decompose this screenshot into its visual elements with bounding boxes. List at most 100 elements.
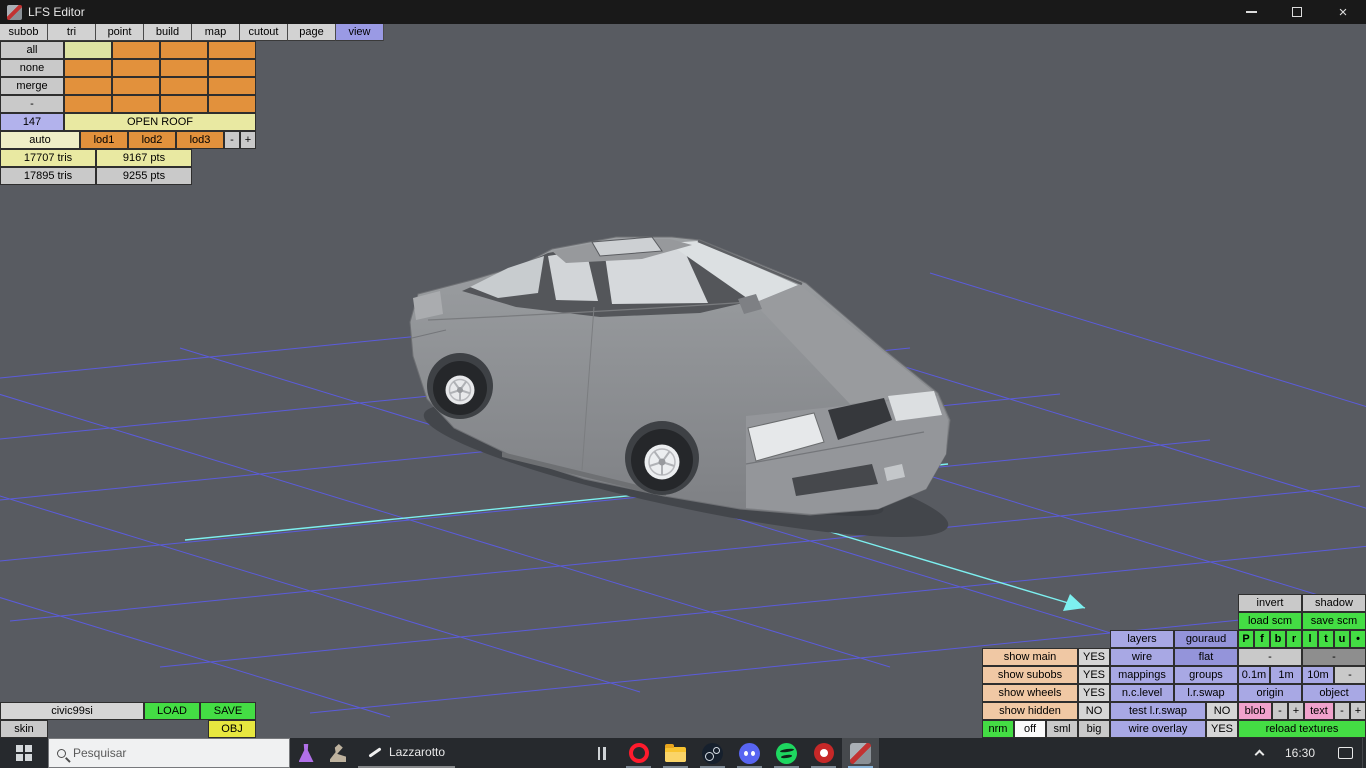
load-scm-button[interactable]: load scm	[1238, 612, 1302, 630]
minimize-button[interactable]	[1228, 0, 1274, 24]
taskbar-clock[interactable]: 16:30	[1272, 746, 1328, 760]
invert-button[interactable]: invert	[1238, 594, 1302, 612]
lod2-button[interactable]: lod2	[128, 131, 176, 149]
mappings-button[interactable]: mappings	[1110, 666, 1174, 684]
nc-level-button[interactable]: n.c.level	[1110, 684, 1174, 702]
taskbar-app-lfs-editor[interactable]	[842, 738, 880, 768]
show-subobs-toggle[interactable]: show subobs	[982, 666, 1078, 684]
page-toggle-t[interactable]: t	[1318, 630, 1334, 648]
subob-grid-cell[interactable]	[160, 59, 208, 77]
nrm-button[interactable]: nrm	[982, 720, 1014, 738]
groups-button[interactable]: groups	[1174, 666, 1238, 684]
taskbar-window-lazzarotto[interactable]: Lazzarotto	[358, 738, 456, 768]
flat-dash2-button[interactable]: -	[1302, 648, 1366, 666]
page-toggle-P[interactable]: P	[1238, 630, 1254, 648]
text-button[interactable]: text	[1304, 702, 1334, 720]
nrm-sml-button[interactable]: sml	[1046, 720, 1078, 738]
load-button[interactable]: LOAD	[144, 702, 200, 720]
grid-10m-button[interactable]: 10m	[1302, 666, 1334, 684]
lr-swap-button[interactable]: l.r.swap	[1174, 684, 1238, 702]
shadow-button[interactable]: shadow	[1302, 594, 1366, 612]
test-lr-swap-toggle[interactable]: test l.r.swap	[1110, 702, 1206, 720]
subob-grid-cell[interactable]	[160, 41, 208, 59]
grid-0-1m-button[interactable]: 0.1m	[1238, 666, 1270, 684]
page-toggle-r[interactable]: r	[1286, 630, 1302, 648]
taskbar-app-explorer[interactable]	[657, 738, 694, 768]
close-button[interactable]: ×	[1320, 0, 1366, 24]
taskbar-app-opera[interactable]	[620, 738, 657, 768]
subob-grid-cell[interactable]	[208, 41, 256, 59]
show-wheels-value[interactable]: YES	[1078, 684, 1110, 702]
lod-minus-button[interactable]: -	[224, 131, 240, 149]
tab-point[interactable]: point	[96, 24, 144, 41]
lod1-button[interactable]: lod1	[80, 131, 128, 149]
model-name-field[interactable]: civic99si	[0, 702, 144, 720]
subob-grid-cell[interactable]	[160, 95, 208, 113]
wire-overlay-toggle[interactable]: wire overlay	[1110, 720, 1206, 738]
grid-1m-button[interactable]: 1m	[1270, 666, 1302, 684]
search-input[interactable]	[73, 746, 263, 760]
taskbar-app-microscope[interactable]	[326, 741, 350, 765]
save-button[interactable]: SAVE	[200, 702, 256, 720]
tab-build[interactable]: build	[144, 24, 192, 41]
taskbar-search[interactable]	[48, 738, 290, 768]
show-desktop-button[interactable]	[1362, 738, 1366, 768]
show-main-toggle[interactable]: show main	[982, 648, 1078, 666]
flat-dash1-button[interactable]: -	[1238, 648, 1302, 666]
subob-grid-cell[interactable]	[112, 41, 160, 59]
show-main-value[interactable]: YES	[1078, 648, 1110, 666]
grid-dash-button[interactable]: -	[1334, 666, 1366, 684]
nrm-big-button[interactable]: big	[1078, 720, 1110, 738]
text-minus-button[interactable]: -	[1334, 702, 1350, 720]
skin-button[interactable]: skin	[0, 720, 48, 738]
show-hidden-value[interactable]: NO	[1078, 702, 1110, 720]
maximize-button[interactable]	[1274, 0, 1320, 24]
subob-grid-cell[interactable]	[160, 77, 208, 95]
blob-button[interactable]: blob	[1238, 702, 1272, 720]
show-wheels-toggle[interactable]: show wheels	[982, 684, 1078, 702]
nrm-off-button[interactable]: off	[1014, 720, 1046, 738]
page-toggle-l[interactable]: l	[1302, 630, 1318, 648]
origin-button[interactable]: origin	[1238, 684, 1302, 702]
lod3-button[interactable]: lod3	[176, 131, 224, 149]
tab-page[interactable]: page	[288, 24, 336, 41]
layers-button[interactable]: layers	[1110, 630, 1174, 648]
page-toggle-f[interactable]: f	[1254, 630, 1270, 648]
subob-grid-cell[interactable]	[208, 77, 256, 95]
blob-minus-button[interactable]: -	[1272, 702, 1288, 720]
subobject-name[interactable]: OPEN ROOF	[64, 113, 256, 131]
blob-plus-button[interactable]: +	[1288, 702, 1304, 720]
subob-grid-cell[interactable]	[64, 59, 112, 77]
select-all-button[interactable]: all	[0, 41, 64, 59]
start-button[interactable]	[0, 738, 48, 768]
subob-grid-cell[interactable]	[64, 95, 112, 113]
subob-grid-cell[interactable]	[64, 41, 112, 59]
subob-grid-cell[interactable]	[112, 77, 160, 95]
subob-grid-cell[interactable]	[208, 59, 256, 77]
tab-map[interactable]: map	[192, 24, 240, 41]
tab-tri[interactable]: tri	[48, 24, 96, 41]
tab-subob[interactable]: subob	[0, 24, 48, 41]
action-center-button[interactable]	[1328, 738, 1362, 768]
wire-button[interactable]: wire	[1110, 648, 1174, 666]
taskbar-app-steam[interactable]	[694, 738, 731, 768]
select-none-button[interactable]: none	[0, 59, 64, 77]
object-button[interactable]: object	[1302, 684, 1366, 702]
subob-grid-cell[interactable]	[64, 77, 112, 95]
test-lr-swap-value[interactable]: NO	[1206, 702, 1238, 720]
gouraud-button[interactable]: gouraud	[1174, 630, 1238, 648]
reload-textures-button[interactable]: reload textures	[1238, 720, 1366, 738]
subob-grid-cell[interactable]	[112, 95, 160, 113]
taskbar-app-spotify[interactable]	[768, 738, 805, 768]
wire-overlay-value[interactable]: YES	[1206, 720, 1238, 738]
taskbar-app-flask[interactable]	[294, 741, 318, 765]
collapse-button[interactable]: -	[0, 95, 64, 113]
taskbar-app-red[interactable]	[805, 738, 842, 768]
subob-grid-cell[interactable]	[208, 95, 256, 113]
flat-button[interactable]: flat	[1174, 648, 1238, 666]
show-subobs-value[interactable]: YES	[1078, 666, 1110, 684]
subob-grid-cell[interactable]	[112, 59, 160, 77]
page-toggle-u[interactable]: u	[1334, 630, 1350, 648]
merge-button[interactable]: merge	[0, 77, 64, 95]
obj-button[interactable]: OBJ	[208, 720, 256, 738]
